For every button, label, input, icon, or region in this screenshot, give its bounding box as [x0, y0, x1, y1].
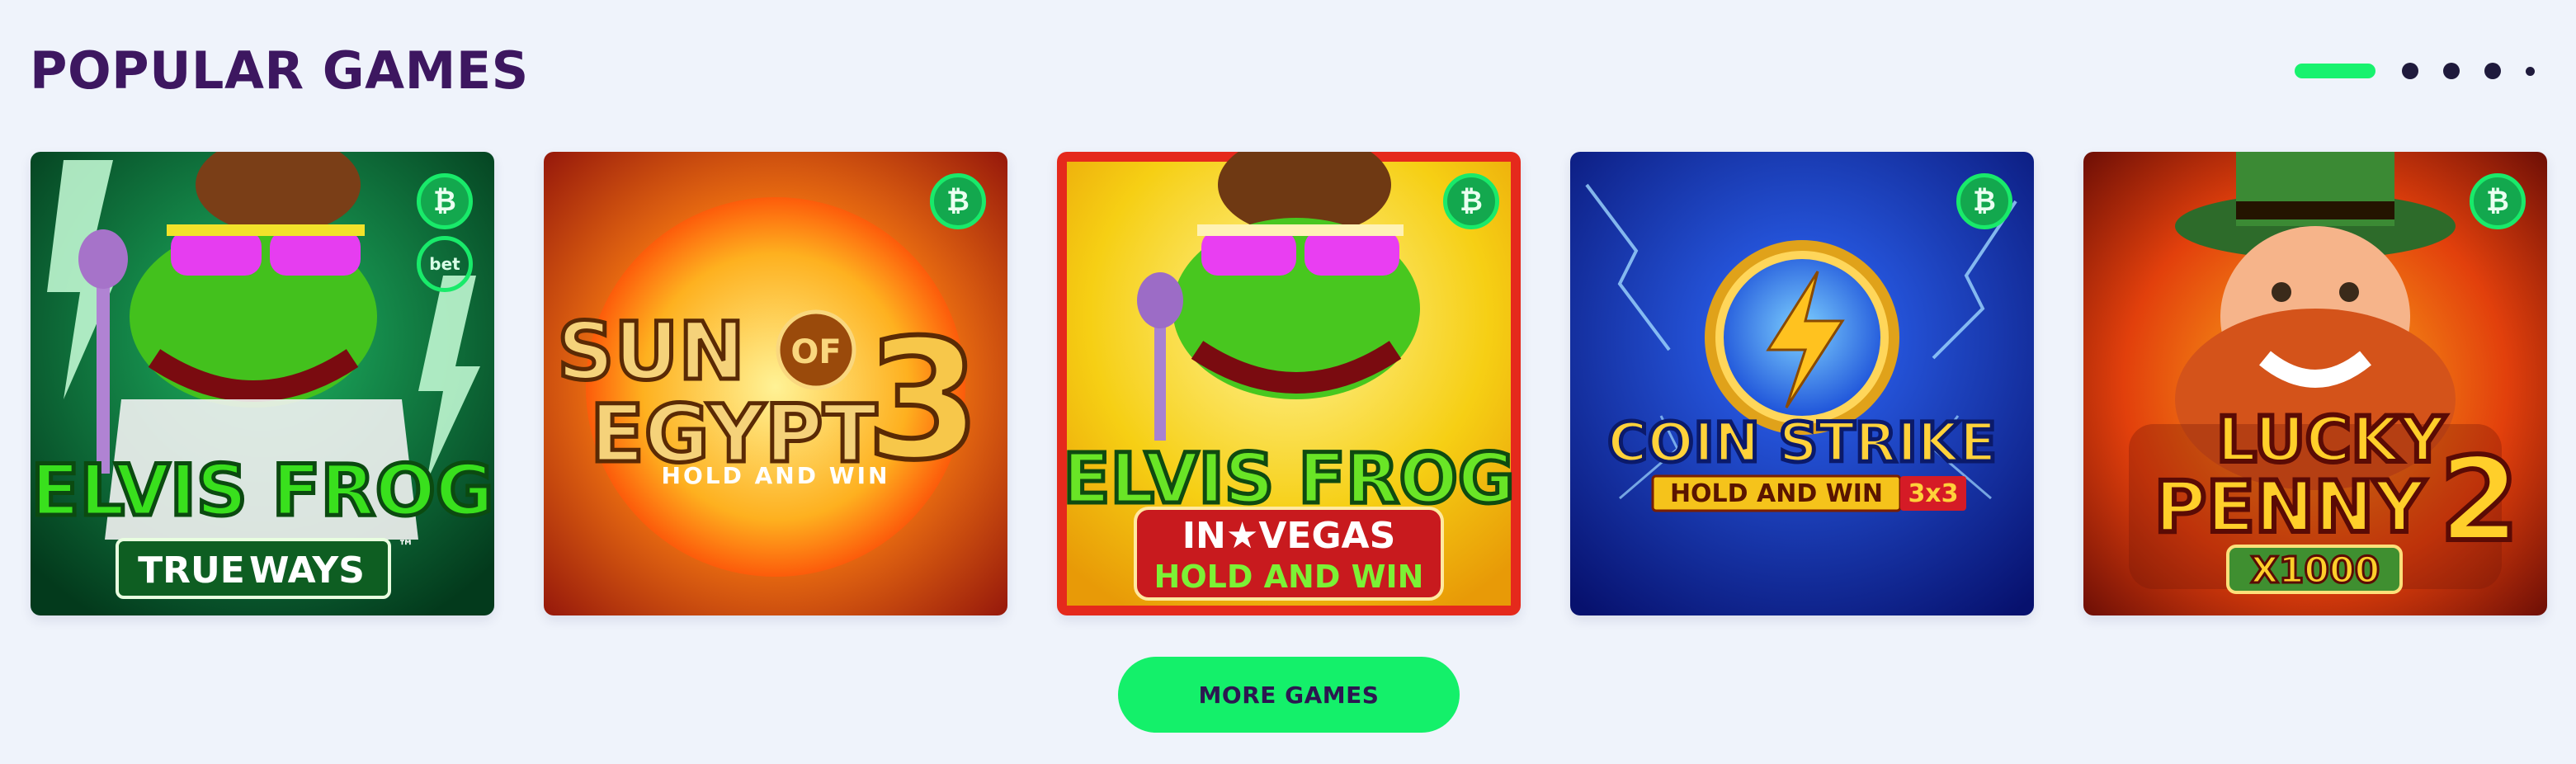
svg-text:HOLD AND WIN: HOLD AND WIN	[1154, 559, 1424, 595]
svg-text:2: 2	[2439, 433, 2519, 568]
bitcoin-icon: ₿	[1956, 173, 2012, 229]
svg-text:TRUE: TRUE	[138, 549, 245, 592]
pager-dot-3[interactable]	[2443, 63, 2460, 79]
carousel-pagination	[2295, 63, 2535, 79]
more-games-button[interactable]: MORE GAMES	[1118, 657, 1460, 733]
svg-text:™: ™	[398, 536, 414, 556]
game-card-sun-of-egypt-3[interactable]: SUN OF EGYPT 3 HOLD AND WIN ₿	[544, 152, 1007, 615]
pager-active-indicator[interactable]	[2295, 64, 2375, 78]
bet-icon: bet	[417, 236, 473, 292]
bitcoin-icon: ₿	[1443, 173, 1499, 229]
bitcoin-icon: ₿	[930, 173, 986, 229]
svg-text:LUCKY: LUCKY	[2216, 403, 2446, 476]
svg-text:OF: OF	[790, 333, 841, 371]
svg-text:X1000: X1000	[2251, 549, 2380, 592]
svg-text:WAYS: WAYS	[249, 549, 365, 592]
svg-text:COIN STRIKE: COIN STRIKE	[1607, 411, 1996, 474]
pager-dot-5[interactable]	[2526, 66, 2535, 76]
svg-text:3x3: 3x3	[1908, 479, 1958, 508]
game-card-coin-strike[interactable]: COIN STRIKE HOLD AND WIN 3x3 ₿	[1570, 152, 2034, 615]
pager-dot-4[interactable]	[2484, 63, 2501, 79]
svg-text:ELVIS FROG: ELVIS FROG	[31, 450, 494, 532]
bitcoin-icon: ₿	[417, 173, 473, 229]
game-card-elvis-frog-true-ways[interactable]: ELVIS FROG TRUE WAYS ™ ₿ bet	[31, 152, 494, 615]
game-card-lucky-penny-2[interactable]: LUCKY PENNY 2 X1000 ₿	[2083, 152, 2547, 615]
game-card-elvis-frog-in-vegas[interactable]: ELVIS FROG IN★VEGAS HOLD AND WIN ₿	[1057, 152, 1521, 615]
svg-text:HOLD AND WIN: HOLD AND WIN	[662, 462, 890, 489]
svg-text:SUN: SUN	[557, 305, 744, 398]
svg-text:IN★VEGAS: IN★VEGAS	[1182, 515, 1396, 557]
pager-dot-2[interactable]	[2402, 63, 2418, 79]
svg-text:PENNY: PENNY	[2154, 466, 2427, 549]
svg-text:HOLD AND WIN: HOLD AND WIN	[1670, 479, 1883, 508]
bitcoin-icon: ₿	[2470, 173, 2526, 229]
section-title: POPULAR GAMES	[30, 40, 529, 101]
